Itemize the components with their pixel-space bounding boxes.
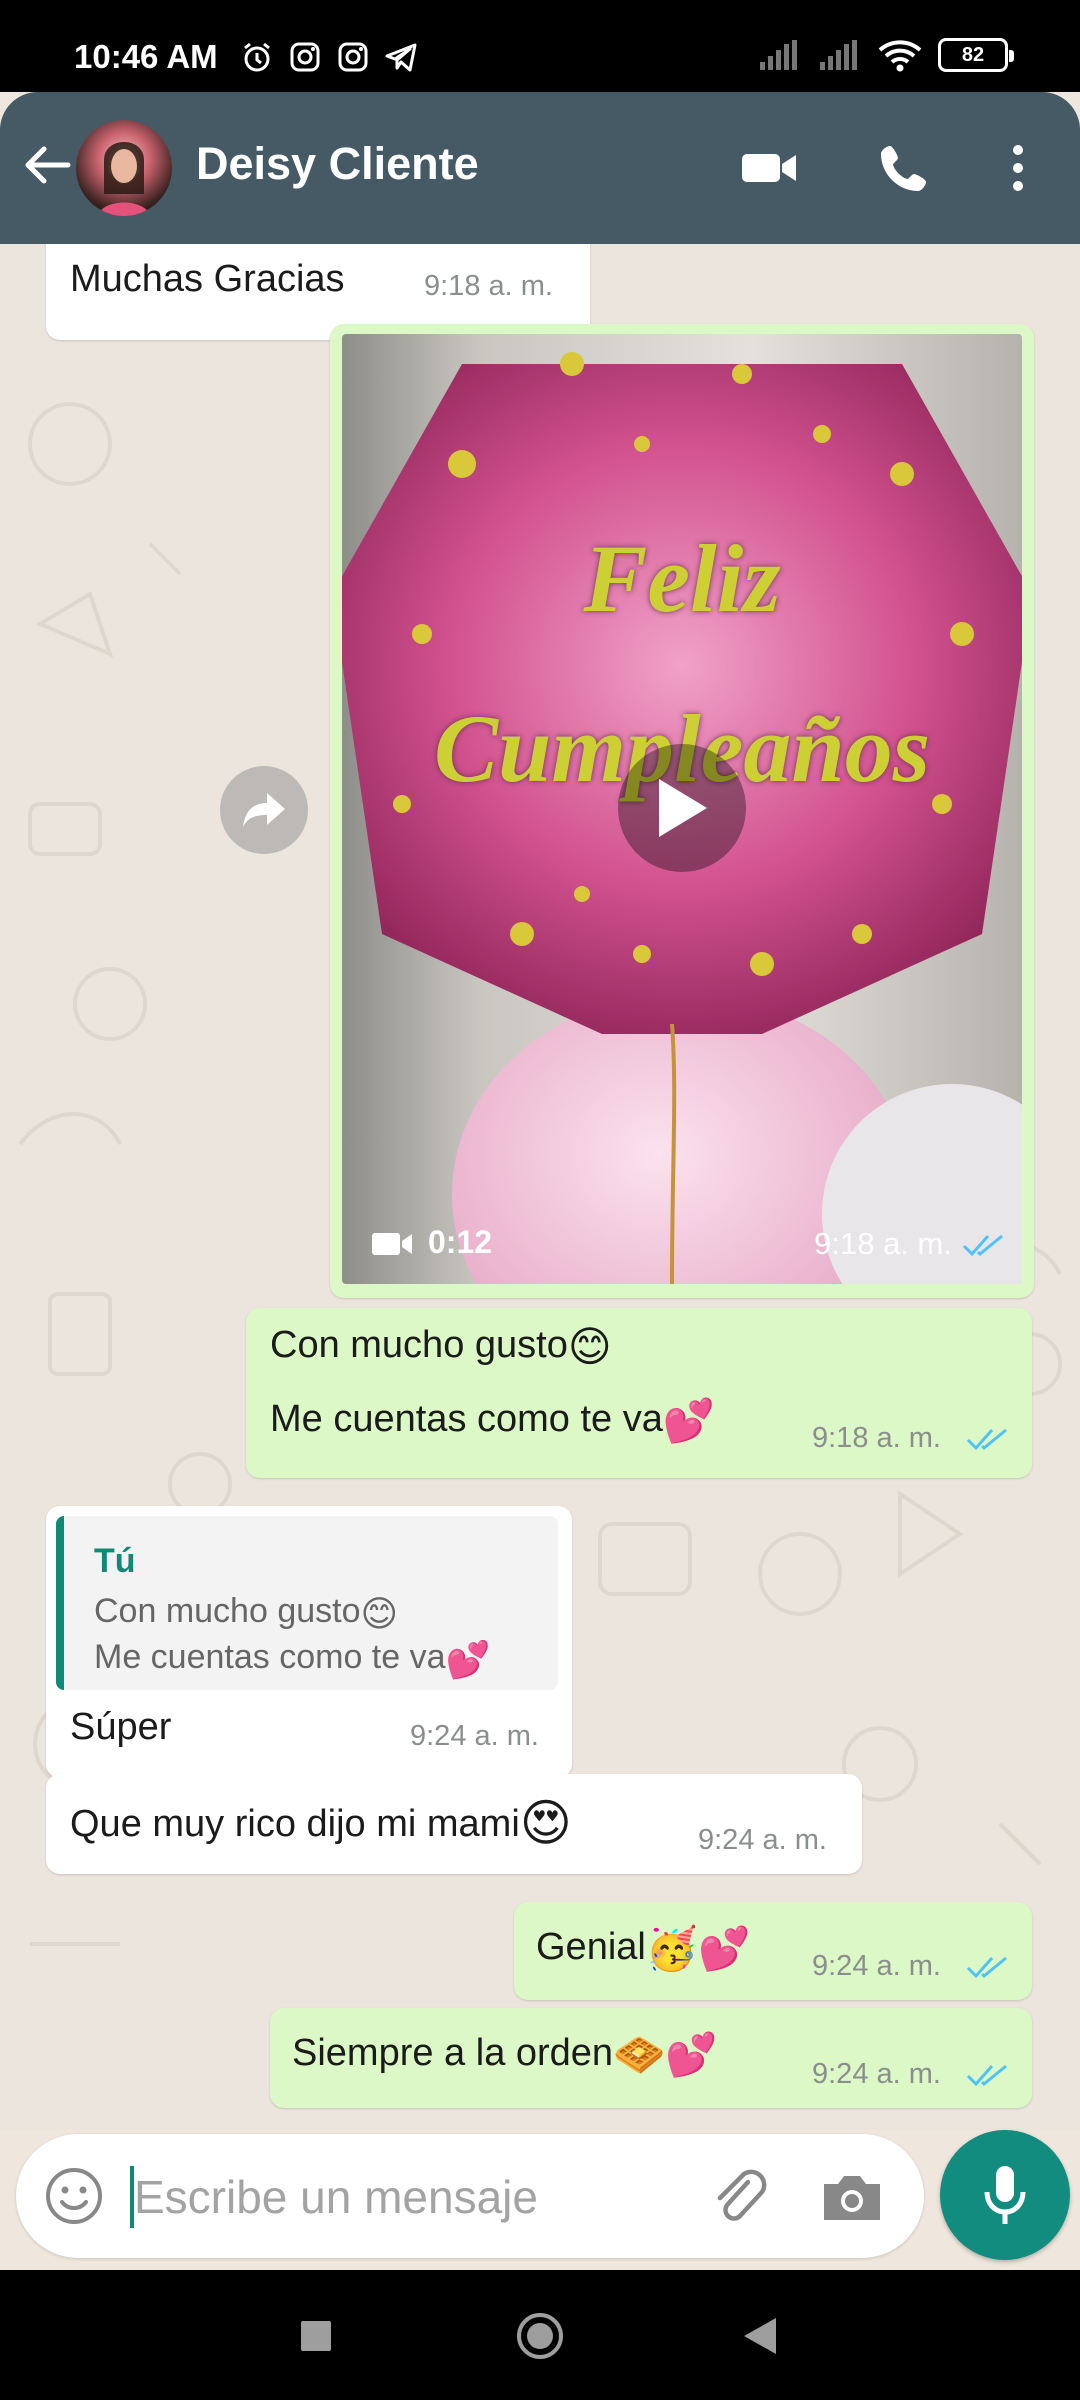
message-outgoing[interactable]: Con mucho gusto😊 Me cuentas como te va💕 … xyxy=(246,1308,1032,1478)
system-icons: 82 xyxy=(758,38,1014,72)
video-camera-icon xyxy=(372,1233,412,1255)
message-text: Súper xyxy=(70,1706,172,1748)
message-input[interactable] xyxy=(134,2164,694,2230)
read-ticks-icon xyxy=(966,1956,1007,1979)
alarm-icon xyxy=(244,42,270,72)
signal-icon xyxy=(820,40,857,70)
message-time: 9:24 a. m. xyxy=(812,1950,941,1982)
message-time: 9:18 a. m. xyxy=(812,1422,941,1454)
message-time: 9:24 a. m. xyxy=(410,1720,539,1752)
hearts-emoji: 💕 xyxy=(445,1639,491,1680)
contact-name[interactable]: Deisy Cliente xyxy=(196,138,479,190)
play-button[interactable] xyxy=(618,744,746,872)
video-duration: 0:12 xyxy=(428,1224,493,1260)
quote-line2: Me cuentas como te va💕 xyxy=(94,1638,491,1680)
message-text: Que muy rico dijo mi mami😍 xyxy=(70,1795,572,1851)
signal-icon xyxy=(760,40,797,70)
message-incoming-reply[interactable]: Tú Con mucho gusto😊 Me cuentas como te v… xyxy=(46,1506,572,1778)
camera-icon[interactable] xyxy=(818,2164,886,2228)
video-call-button[interactable] xyxy=(736,134,804,202)
message-time: 9:24 a. m. xyxy=(698,1824,827,1856)
smile-emoji: 😊 xyxy=(567,1323,612,1370)
smile-emoji: 😊 xyxy=(360,1593,399,1634)
instagram-icon xyxy=(290,42,320,72)
message-incoming[interactable]: Que muy rico dijo mi mami😍 9:24 a. m. xyxy=(46,1774,862,1874)
forward-icon xyxy=(243,793,285,827)
play-icon xyxy=(659,779,707,837)
message-outgoing[interactable]: Siempre a la orden🧇💕 9:24 a. m. xyxy=(270,2008,1032,2108)
message-time: 9:18 a. m. xyxy=(424,270,553,302)
emoji-icon[interactable] xyxy=(40,2162,108,2230)
chat-header: Deisy Cliente xyxy=(0,92,1080,244)
wifi-icon xyxy=(878,40,922,72)
chat-area[interactable]: Muchas Gracias 9:18 a. m. Feliz Cumpleañ… xyxy=(0,244,1080,2130)
message-text-line2: Me cuentas como te va💕 xyxy=(270,1397,716,1444)
more-options-icon xyxy=(1013,145,1023,191)
navigation-bar xyxy=(0,2270,1080,2400)
battery-icon: 82 xyxy=(938,38,1014,72)
status-time: 10:46 AM xyxy=(74,38,218,75)
message-time: 9:18 a. m. xyxy=(814,1226,952,1261)
microphone-icon xyxy=(984,2166,1026,2224)
read-ticks-icon xyxy=(962,1234,1003,1257)
message-composer xyxy=(16,2134,924,2258)
hearts-emoji: 💕 xyxy=(662,1397,716,1444)
heart-eyes-emoji: 😍 xyxy=(519,1795,572,1851)
voice-call-button[interactable] xyxy=(870,134,938,202)
back-icon xyxy=(744,2318,776,2354)
message-time: 9:24 a. m. xyxy=(812,2058,941,2090)
forward-button[interactable] xyxy=(220,766,308,854)
read-ticks-icon xyxy=(966,2064,1007,2087)
quote-line1: Con mucho gusto😊 xyxy=(94,1592,399,1634)
read-ticks-icon xyxy=(966,1428,1007,1451)
message-text: Genial🥳💕 xyxy=(536,1925,751,1972)
back-button[interactable] xyxy=(730,2306,790,2366)
phone-icon xyxy=(881,146,926,191)
message-text: Siempre a la orden🧇💕 xyxy=(292,2031,718,2078)
instagram-icon xyxy=(338,42,368,72)
message-outgoing[interactable]: Genial🥳💕 9:24 a. m. xyxy=(514,1902,1032,2000)
telegram-icon xyxy=(385,43,417,72)
recents-icon xyxy=(301,2321,331,2351)
quote-author: Tú xyxy=(94,1542,136,1580)
quoted-message[interactable]: Tú Con mucho gusto😊 Me cuentas como te v… xyxy=(56,1516,558,1690)
avatar-photo xyxy=(98,142,150,216)
attach-icon[interactable] xyxy=(708,2164,772,2228)
contact-avatar[interactable] xyxy=(76,120,172,216)
status-bar: 10:46 AM 82 xyxy=(0,0,1080,92)
microphone-button[interactable] xyxy=(940,2130,1070,2260)
message-text: Muchas Gracias xyxy=(70,258,345,300)
battery-level: 82 xyxy=(961,43,985,66)
video-thumbnail[interactable]: Feliz Cumpleaños 0:12 9:18 a. m. xyxy=(342,334,1022,1284)
waffle-hearts-emoji: 🧇💕 xyxy=(613,2031,718,2078)
home-button[interactable] xyxy=(510,2306,570,2366)
more-options-button[interactable] xyxy=(984,134,1052,202)
notification-icons xyxy=(240,40,418,74)
home-icon xyxy=(517,2313,563,2359)
video-call-icon xyxy=(742,154,796,182)
recents-button[interactable] xyxy=(286,2306,346,2366)
message-text-line1: Con mucho gusto😊 xyxy=(270,1323,612,1370)
party-hearts-emoji: 🥳💕 xyxy=(645,1925,751,1972)
back-arrow-icon[interactable] xyxy=(20,138,74,192)
